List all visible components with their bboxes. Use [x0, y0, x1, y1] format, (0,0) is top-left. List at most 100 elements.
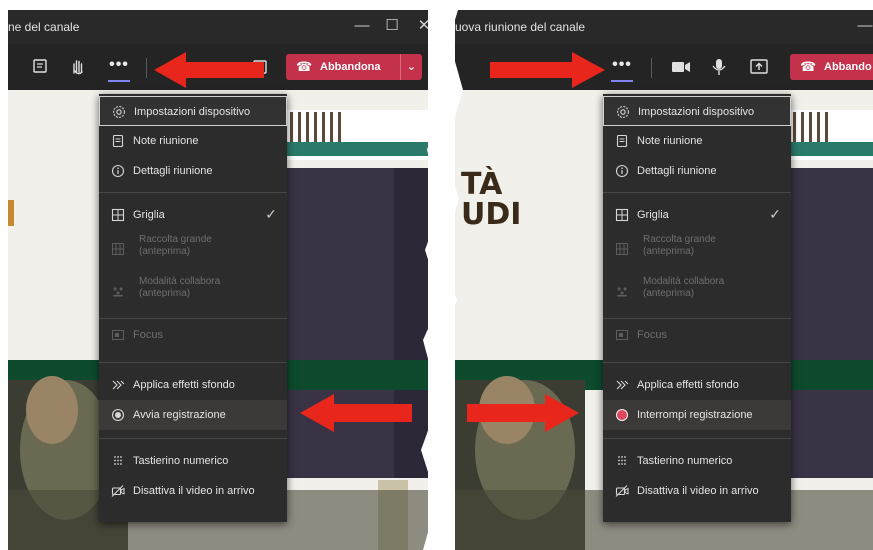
menu-item-together-mode: Modalità collabora (anteprima) [603, 272, 791, 312]
menu-item-text: Disattiva il video in arrivo [637, 485, 759, 497]
menu-item-large-gallery: Raccolta grande (anteprima) [99, 230, 287, 270]
menu-item-label: Interrompi registrazione [637, 409, 753, 421]
menu-item-grid[interactable]: Griglia ✓ [99, 200, 287, 230]
menu-divider [603, 438, 791, 439]
menu-item-subtext: (anteprima) [139, 288, 191, 299]
leave-label: Abbandona [320, 61, 381, 73]
dialpad-icon [111, 454, 125, 468]
grid-icon [615, 208, 629, 222]
menu-item-subtext: (anteprima) [139, 246, 191, 257]
share-screen-icon[interactable] [747, 56, 771, 78]
menu-item-notes[interactable]: Note riunione [99, 126, 287, 156]
menu-item-text: Impostazioni dispositivo [638, 106, 755, 118]
menu-item-info[interactable]: Dettagli riunione [99, 156, 287, 186]
menu-item-label: Impostazioni dispositivo [638, 106, 754, 118]
menu-item-video-off[interactable]: Disattiva il video in arrivo [99, 476, 287, 506]
menu-item-text: Dettagli riunione [637, 165, 717, 177]
menu-item-dialpad[interactable]: Tastierino numerico [99, 446, 287, 476]
menu-item-text: Griglia [637, 209, 669, 221]
record-icon [111, 408, 125, 422]
raise-hand-icon[interactable] [66, 56, 90, 78]
menu-item-gear[interactable]: Impostazioni dispositivo [603, 96, 791, 126]
menu-item-text: Raccolta grande [643, 234, 716, 245]
more-actions-button[interactable]: ••• [609, 54, 635, 82]
menu-item-label: Avvia registrazione [133, 409, 226, 421]
menu-item-text: Tastierino numerico [133, 455, 229, 467]
background-effects-icon [111, 378, 125, 392]
menu-item-video-off[interactable]: Disattiva il video in arrivo [603, 476, 791, 506]
menu-item-notes[interactable]: Note riunione [603, 126, 791, 156]
minimize-button[interactable]: — [350, 15, 374, 37]
menu-item-text: Disattiva il video in arrivo [133, 485, 255, 497]
microphone-icon[interactable] [707, 56, 731, 78]
menu-item-label: Impostazioni dispositivo [134, 106, 250, 118]
menu-item-text: Modalità collabora [643, 276, 725, 287]
minimize-button[interactable]: — [853, 15, 873, 37]
left-screenshot: ne del canale — ☐ ✕ ••• ☎ Abbandona ⌄ Im… [8, 10, 428, 550]
stop-recording-icon [615, 408, 629, 422]
menu-item-label: Griglia [133, 209, 165, 221]
background-effects-icon [615, 378, 629, 392]
leave-label: Abbando [824, 61, 872, 73]
menu-item-label: Note riunione [133, 135, 198, 147]
menu-item-label: Focus [637, 329, 667, 341]
large-gallery-icon [615, 242, 629, 256]
menu-item-text: Avvia registrazione [133, 409, 226, 421]
menu-item-info[interactable]: Dettagli riunione [603, 156, 791, 186]
chat-icon[interactable] [28, 56, 52, 78]
menu-divider [603, 362, 791, 363]
menu-item-text: Tastierino numerico [637, 455, 733, 467]
red-arrow-icon [300, 392, 412, 434]
menu-item-stop-recording[interactable]: Interrompi registrazione [603, 400, 791, 430]
menu-item-label: Applica effetti sfondo [133, 379, 235, 391]
leave-button[interactable]: ☎ Abbandona ⌄ [286, 54, 422, 80]
red-arrow-icon [490, 50, 605, 90]
menu-item-record[interactable]: Avvia registrazione [99, 400, 287, 430]
hang-up-icon: ☎ [800, 59, 817, 74]
menu-item-label: Griglia [637, 209, 669, 221]
video-off-icon [615, 484, 629, 498]
hang-up-icon: ☎ [296, 59, 313, 74]
window-title: ne del canale [8, 20, 80, 34]
menu-item-background-effects[interactable]: Applica effetti sfondo [603, 370, 791, 400]
menu-item-label: Raccolta grande (anteprima) [643, 234, 716, 258]
menu-item-label: Note riunione [637, 135, 702, 147]
menu-divider [603, 192, 791, 193]
menu-item-label: Modalità collabora (anteprima) [643, 276, 724, 300]
menu-item-label: Dettagli riunione [637, 165, 717, 177]
menu-item-label: Applica effetti sfondo [637, 379, 739, 391]
grid-icon [111, 208, 125, 222]
menu-item-label: Raccolta grande (anteprima) [139, 234, 212, 258]
menu-divider [99, 438, 287, 439]
dialpad-icon [615, 454, 629, 468]
red-arrow-icon [467, 392, 579, 434]
menu-item-text: Note riunione [637, 135, 703, 147]
menu-item-dialpad[interactable]: Tastierino numerico [603, 446, 791, 476]
toolbar-separator [651, 58, 652, 78]
right-screenshot: TÀ UDI uova riunione del canale — ••• ☎ … [455, 10, 873, 550]
together-mode-icon [111, 284, 125, 298]
menu-item-text: Note riunione [133, 135, 199, 147]
title-bar: uova riunione del canale — [455, 10, 873, 44]
menu-item-gear[interactable]: Impostazioni dispositivo [99, 96, 287, 126]
more-actions-button[interactable]: ••• [106, 54, 132, 82]
menu-item-subtext: (anteprima) [643, 288, 695, 299]
leave-button[interactable]: ☎ Abbando [790, 54, 873, 80]
focus-icon [615, 328, 629, 342]
title-bar: ne del canale — ☐ ✕ [8, 10, 428, 44]
menu-item-label: Disattiva il video in arrivo [637, 485, 759, 497]
menu-item-text: Focus [637, 329, 667, 341]
notes-icon [111, 134, 125, 148]
maximize-button[interactable]: ☐ [380, 15, 404, 37]
menu-item-grid[interactable]: Griglia ✓ [603, 200, 791, 230]
menu-item-label: Disattiva il video in arrivo [133, 485, 255, 497]
menu-item-background-effects[interactable]: Applica effetti sfondo [99, 370, 287, 400]
menu-item-together-mode: Modalità collabora (anteprima) [99, 272, 287, 312]
more-label: ••• [612, 56, 632, 73]
toolbar-separator [146, 58, 147, 78]
menu-item-text: Applica effetti sfondo [637, 379, 739, 391]
menu-item-text: Applica effetti sfondo [133, 379, 235, 391]
menu-item-label: Dettagli riunione [133, 165, 213, 177]
large-gallery-icon [111, 242, 125, 256]
camera-icon[interactable] [669, 56, 693, 78]
